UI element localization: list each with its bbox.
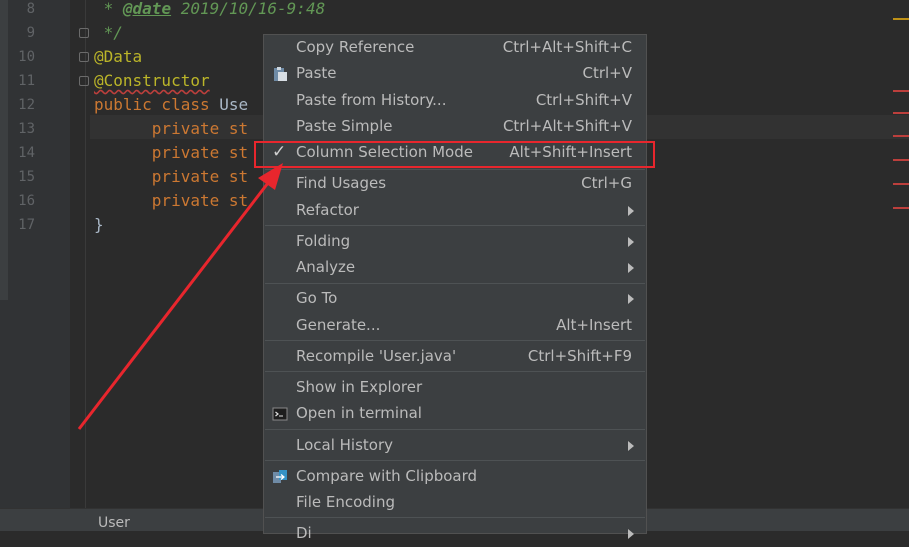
menu-item-label: Show in Explorer (296, 378, 423, 396)
line-number: 15 (18, 169, 35, 185)
menu-item-compare-with-clipboard[interactable]: Compare with Clipboard (264, 464, 646, 490)
menu-item-label: Paste Simple (296, 117, 393, 135)
menu-item-diagrams[interactable]: Di (264, 521, 646, 547)
code-line[interactable]: private st (94, 189, 248, 213)
scrollbar-error-mark[interactable] (893, 159, 909, 161)
submenu-arrow-icon (628, 237, 634, 247)
menu-item-label: Analyze (296, 258, 356, 276)
menu-separator (265, 429, 645, 430)
code-line[interactable]: @Constructor (94, 69, 210, 93)
menu-item-shortcut: Ctrl+G (581, 174, 632, 192)
menu-item-label: Di (296, 524, 312, 542)
class-name: Use (219, 95, 249, 114)
code-line[interactable]: public class Use (94, 93, 248, 117)
doc-comment-tag: @date (122, 0, 172, 18)
menu-separator (265, 225, 645, 226)
code-line[interactable]: */ (94, 21, 123, 45)
scrollbar-error-mark[interactable] (893, 183, 909, 185)
menu-item-label: Find Usages (296, 174, 387, 192)
structure-tab[interactable]: User (98, 515, 130, 531)
menu-item-file-encoding[interactable]: File Encoding (264, 490, 646, 516)
menu-item-shortcut: Ctrl+Alt+Shift+C (502, 38, 632, 56)
submenu-arrow-icon (628, 529, 634, 539)
scrollbar-error-mark[interactable] (893, 207, 909, 209)
doc-comment-text: 2019/10/16-9:48 (171, 0, 326, 18)
annotation-highlight-box (254, 141, 655, 168)
menu-item-label: File Encoding (296, 493, 395, 511)
code-line[interactable]: * @date 2019/10/16-9:48 (94, 0, 326, 21)
menu-separator (265, 517, 645, 518)
menu-item-open-in-terminal[interactable]: Open in terminal (264, 401, 646, 427)
menu-item-label: Open in terminal (296, 404, 422, 422)
code-line[interactable]: @Data (94, 45, 142, 69)
scrollbar-error-mark[interactable] (893, 112, 909, 114)
compare-icon (273, 470, 287, 483)
clipboard-icon (274, 67, 287, 81)
line-number: 14 (18, 145, 35, 161)
menu-item-label: Paste (296, 64, 337, 82)
menu-item-shortcut: Alt+Insert (556, 316, 632, 334)
scrollbar-warning-mark[interactable] (893, 18, 909, 20)
menu-item-label: Folding (296, 232, 351, 250)
submenu-arrow-icon (628, 294, 634, 304)
submenu-arrow-icon (628, 206, 634, 216)
menu-item-copy-reference[interactable]: Copy Reference Ctrl+Alt+Shift+C (264, 35, 646, 61)
menu-separator (265, 371, 645, 372)
menu-item-local-history[interactable]: Local History (264, 433, 646, 459)
menu-item-shortcut: Ctrl+V (582, 64, 632, 82)
keyword: public class (94, 95, 220, 114)
line-number: 12 (18, 97, 35, 113)
submenu-arrow-icon (628, 263, 634, 273)
menu-item-shortcut: Ctrl+Alt+Shift+V (502, 117, 632, 135)
submenu-arrow-icon (628, 441, 634, 451)
line-number: 8 (26, 1, 35, 17)
doc-comment-star: * (94, 0, 123, 18)
menu-item-shortcut: Ctrl+Shift+V (535, 91, 632, 109)
scrollbar-error-mark[interactable] (893, 90, 909, 92)
menu-item-show-in-explorer[interactable]: Show in Explorer (264, 375, 646, 401)
fold-end-icon[interactable] (79, 76, 89, 86)
menu-item-folding[interactable]: Folding (264, 229, 646, 255)
menu-item-paste[interactable]: Paste Ctrl+V (264, 61, 646, 87)
context-menu: Copy Reference Ctrl+Alt+Shift+C Paste Ct… (263, 34, 647, 542)
menu-item-go-to[interactable]: Go To (264, 286, 646, 312)
line-number: 10 (18, 49, 35, 65)
menu-item-find-usages[interactable]: Find Usages Ctrl+G (264, 171, 646, 197)
menu-item-refactor[interactable]: Refactor (264, 198, 646, 224)
fold-start-icon[interactable] (79, 52, 89, 62)
line-number: 17 (18, 217, 35, 233)
menu-item-paste-from-history[interactable]: Paste from History... Ctrl+Shift+V (264, 88, 646, 114)
menu-item-generate[interactable]: Generate... Alt+Insert (264, 313, 646, 339)
line-number: 13 (18, 121, 35, 137)
menu-item-label: Go To (296, 289, 338, 307)
menu-item-label: Generate... (296, 316, 381, 334)
line-number: 9 (26, 25, 35, 41)
terminal-icon (272, 407, 288, 421)
menu-item-label: Copy Reference (296, 38, 415, 56)
menu-item-label: Refactor (296, 201, 359, 219)
menu-item-recompile[interactable]: Recompile 'User.java' Ctrl+Shift+F9 (264, 344, 646, 370)
code-line[interactable]: private st (94, 141, 248, 165)
menu-item-label: Paste from History... (296, 91, 447, 109)
menu-item-label: Compare with Clipboard (296, 467, 478, 485)
code-line[interactable]: private st (94, 117, 248, 141)
code-line[interactable]: private st (94, 165, 248, 189)
line-number: 16 (18, 193, 35, 209)
menu-separator (265, 283, 645, 284)
fold-end-icon[interactable] (79, 28, 89, 38)
code-line[interactable]: } (94, 213, 104, 237)
menu-item-shortcut: Ctrl+Shift+F9 (527, 347, 632, 365)
menu-item-label: Local History (296, 436, 394, 454)
menu-separator (265, 169, 645, 170)
menu-separator (265, 340, 645, 341)
menu-item-label: Recompile 'User.java' (296, 347, 457, 365)
line-number: 11 (18, 73, 35, 89)
menu-item-paste-simple[interactable]: Paste Simple Ctrl+Alt+Shift+V (264, 114, 646, 140)
menu-item-analyze[interactable]: Analyze (264, 255, 646, 281)
menu-separator (265, 460, 645, 461)
scrollbar-error-mark[interactable] (893, 135, 909, 137)
